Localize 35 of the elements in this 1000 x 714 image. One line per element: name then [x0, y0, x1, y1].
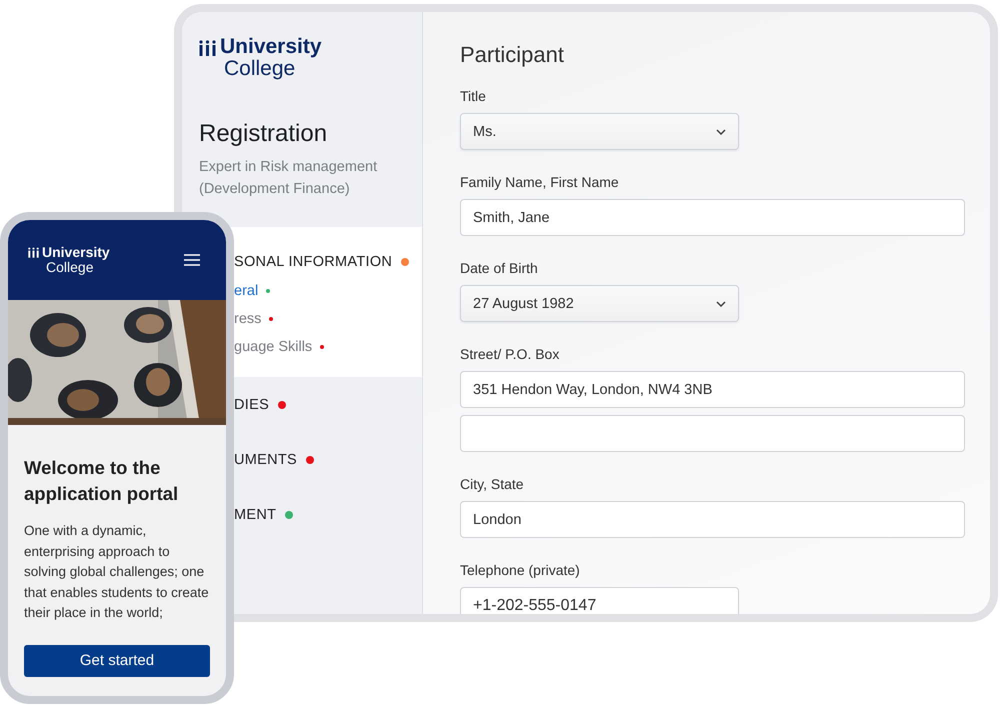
logo-icon	[199, 40, 216, 56]
get-started-button[interactable]: Get started	[24, 644, 210, 676]
page-title: Registration	[199, 120, 328, 148]
input-field[interactable]: London	[460, 501, 965, 538]
nav-section[interactable]: DIES	[234, 396, 286, 412]
field-label: Family Name, First Name	[460, 174, 620, 190]
input-field[interactable]: 351 Hendon Way, London, NW4 3NB	[460, 371, 965, 408]
field-label: Telephone (private)	[460, 562, 581, 578]
field-label: Street/ P.O. Box	[460, 346, 560, 362]
logo-subtitle: College	[224, 58, 296, 80]
nav-section[interactable]: SONAL INFORMATION	[234, 254, 410, 270]
nav-section[interactable]: UMENTS	[234, 452, 314, 468]
input-field[interactable]: Smith, Jane	[460, 199, 965, 236]
logo-wordmark: University	[220, 36, 322, 58]
chevron-down-icon	[716, 300, 726, 306]
nav-item[interactable]: eral	[234, 283, 422, 299]
form-title: Participant	[460, 42, 565, 68]
logo-subtitle: College	[46, 260, 94, 275]
logo-wordmark: University	[42, 245, 110, 260]
input-field[interactable]: +1-202-555-0147	[460, 587, 739, 614]
input-field[interactable]	[460, 415, 965, 452]
chevron-down-icon	[716, 128, 726, 134]
logo-icon	[28, 247, 39, 258]
nav-item[interactable]: guage Skills	[234, 339, 422, 355]
intro-text: One with a dynamic, enterprising approach to solving global challenges; one that enables students to create their place in the world;	[24, 522, 210, 622]
nav-section[interactable]: MENT	[234, 506, 294, 522]
course-name: Expert in Risk management (Development Finance)	[199, 158, 378, 199]
menu-icon[interactable]	[184, 254, 200, 266]
welcome-heading: Welcome to the application portal	[24, 456, 180, 506]
dropdown[interactable]: Ms.	[460, 113, 739, 150]
dropdown[interactable]: 27 August 1982	[460, 285, 739, 322]
field-label: Title	[460, 88, 487, 104]
field-label: City, State	[460, 476, 525, 492]
nav-item[interactable]: ress	[234, 311, 422, 327]
field-label: Date of Birth	[460, 260, 539, 276]
